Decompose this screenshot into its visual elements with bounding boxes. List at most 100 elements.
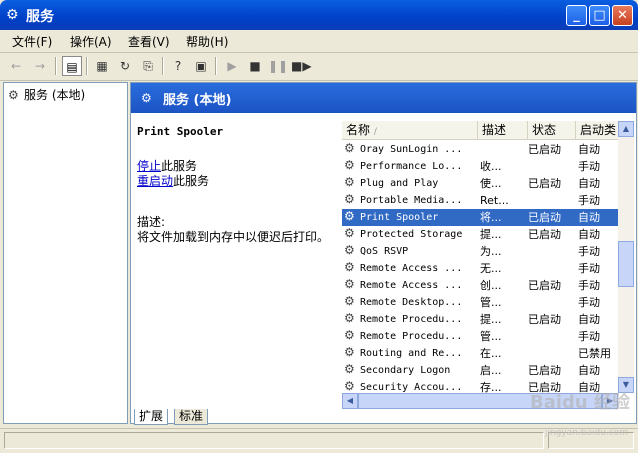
service-gear-icon: ⚙: [344, 192, 355, 206]
service-status-cell: 已启动: [528, 211, 561, 224]
toolbar-separator: [86, 57, 88, 75]
service-startup-cell: 自动: [578, 143, 600, 156]
service-description-cell: 收...: [480, 160, 502, 173]
service-startup-cell: 已禁用: [578, 347, 611, 360]
column-header-description[interactable]: 描述: [478, 121, 528, 139]
sort-arrow-icon: ∕: [373, 127, 377, 137]
tab-standard[interactable]: 标准: [174, 409, 209, 425]
scroll-left-button[interactable]: ◀: [342, 393, 358, 409]
baidu-watermark-logo: Baidu 经验: [529, 392, 630, 413]
menu-view[interactable]: 查看(V): [128, 33, 170, 50]
help-icon[interactable]: ?: [168, 56, 188, 76]
window-title: 服务: [26, 9, 54, 25]
service-name-cell: Print Spooler: [360, 212, 439, 223]
table-row[interactable]: ⚙ QoS RSVP 为... 手动: [342, 243, 618, 260]
title-bar[interactable]: ⚙ 服务 _ □ ✕: [0, 0, 638, 30]
tree-node-services-local[interactable]: ⚙ 服务 (本地): [8, 86, 85, 103]
scroll-up-button[interactable]: ▲: [618, 121, 634, 137]
back-arrow-icon[interactable]: ←: [6, 56, 26, 76]
service-name-cell: Remote Procedu...: [360, 314, 463, 325]
minimize-button[interactable]: _: [566, 5, 587, 26]
pause-service-icon[interactable]: ❚❚: [268, 56, 288, 76]
service-gear-icon: ⚙: [344, 328, 355, 342]
service-name-cell: Security Accou...: [360, 382, 463, 393]
services-list: 名称 ∕ 描述 状态 启动类 ⚙ Oray SunLogin ... 已启动 自动 ⚙ P…: [342, 121, 634, 409]
table-row[interactable]: ⚙ Portable Media... Ret... 手动: [342, 192, 618, 209]
service-startup-cell: 手动: [578, 262, 600, 275]
column-header-status[interactable]: 状态: [528, 121, 576, 139]
toolbar-separator: [55, 57, 57, 75]
service-name-cell: QoS RSVP: [360, 246, 409, 257]
description-text: 将文件加载到内存中以便迟后打印。: [137, 230, 330, 244]
service-gear-icon: ⚙: [344, 345, 355, 359]
table-row[interactable]: ⚙ Performance Lo... 收... 手动: [342, 158, 618, 175]
service-startup-cell: 自动: [578, 211, 600, 224]
service-gear-icon: ⚙: [344, 379, 355, 393]
service-startup-cell: 自动: [578, 177, 600, 190]
table-row[interactable]: ⚙ Oray SunLogin ... 已启动 自动: [342, 141, 618, 158]
export-list-icon[interactable]: ⎘: [138, 56, 158, 76]
table-row[interactable]: ⚙ Remote Access ... 创... 已启动 手动: [342, 277, 618, 294]
tree-node-label: 服务 (本地): [24, 88, 86, 102]
service-description-cell: 管...: [480, 296, 502, 309]
show-hide-tree-icon[interactable]: ▤: [62, 56, 82, 76]
table-row[interactable]: ⚙ Plug and Play 使... 已启动 自动: [342, 175, 618, 192]
column-header-startup-type[interactable]: 启动类: [576, 121, 620, 139]
toolbar-separator: [162, 57, 164, 75]
service-status-cell: 已启动: [528, 143, 561, 156]
menu-bar: 文件(F) 操作(A) 查看(V) 帮助(H): [0, 30, 638, 53]
menu-file[interactable]: 文件(F): [12, 33, 52, 50]
service-gear-icon: ⚙: [344, 260, 355, 274]
service-name-cell: Performance Lo...: [360, 161, 463, 172]
services-gear-icon: ⚙: [6, 7, 19, 23]
restart-service-icon[interactable]: ■▶: [291, 56, 312, 76]
service-name-cell: Remote Procedu...: [360, 331, 463, 342]
forward-arrow-icon[interactable]: →: [30, 56, 50, 76]
table-row[interactable]: ⚙ Remote Procedu... 提... 已启动 自动: [342, 311, 618, 328]
restart-service-link[interactable]: 重启动: [137, 174, 173, 188]
table-row[interactable]: ⚙ Routing and Re... 在... 已禁用: [342, 345, 618, 362]
vertical-scroll-thumb[interactable]: [618, 241, 634, 287]
table-row[interactable]: ⚙ Remote Procedu... 管... 手动: [342, 328, 618, 345]
service-name-cell: Routing and Re...: [360, 348, 463, 359]
service-description-cell: 在...: [480, 347, 502, 360]
close-button[interactable]: ✕: [612, 5, 633, 26]
menu-action[interactable]: 操作(A): [70, 33, 112, 50]
service-name-cell: Plug and Play: [360, 178, 439, 189]
vertical-scrollbar[interactable]: ▲ ▼: [618, 121, 634, 393]
maximize-button[interactable]: □: [589, 5, 610, 26]
menu-help[interactable]: 帮助(H): [186, 33, 228, 50]
list-header: 名称 ∕ 描述 状态 启动类: [342, 121, 634, 140]
column-header-name-label: 名称: [346, 123, 371, 137]
service-startup-cell: 手动: [578, 194, 600, 207]
service-gear-icon: ⚙: [344, 311, 355, 325]
service-startup-cell: 自动: [578, 313, 600, 326]
table-row[interactable]: ⚙ Secondary Logon 启... 已启动 自动: [342, 362, 618, 379]
list-rows: ⚙ Oray SunLogin ... 已启动 自动 ⚙ Performance Lo..…: [342, 141, 618, 393]
services-window: ⚙ 服务 _ □ ✕ 文件(F) 操作(A) 查看(V) 帮助(H) ← → ▤…: [0, 0, 638, 453]
service-description-cell: 为...: [480, 245, 502, 258]
baidu-watermark-url: jingyan.baidu.com: [544, 428, 628, 438]
service-description-cell: Ret...: [480, 194, 509, 207]
table-row[interactable]: ⚙ Print Spooler 将... 已启动 自动: [342, 209, 618, 226]
console-icon[interactable]: ▣: [191, 56, 211, 76]
table-row[interactable]: ⚙ Remote Access ... 无... 手动: [342, 260, 618, 277]
service-gear-icon: ⚙: [344, 243, 355, 257]
service-description-cell: 创...: [480, 279, 502, 292]
service-description-cell: 启...: [480, 364, 502, 377]
table-row[interactable]: ⚙ Remote Desktop... 管... 手动: [342, 294, 618, 311]
service-gear-icon: ⚙: [344, 277, 355, 291]
tab-extended[interactable]: 扩展: [134, 409, 169, 425]
service-name: Print Spooler: [137, 125, 224, 138]
status-bar: [0, 428, 638, 453]
service-description-cell: 将...: [480, 211, 502, 224]
refresh-icon[interactable]: ↻: [115, 56, 135, 76]
start-service-icon[interactable]: ▶: [222, 56, 242, 76]
column-header-name[interactable]: 名称 ∕: [342, 121, 478, 139]
service-gear-icon: ⚙: [344, 209, 355, 223]
table-row[interactable]: ⚙ Protected Storage 提... 已启动 自动: [342, 226, 618, 243]
properties-icon[interactable]: ▦: [92, 56, 112, 76]
service-description-cell: 提...: [480, 313, 502, 326]
stop-service-icon[interactable]: ■: [245, 56, 265, 76]
stop-service-link[interactable]: 停止: [137, 159, 161, 173]
